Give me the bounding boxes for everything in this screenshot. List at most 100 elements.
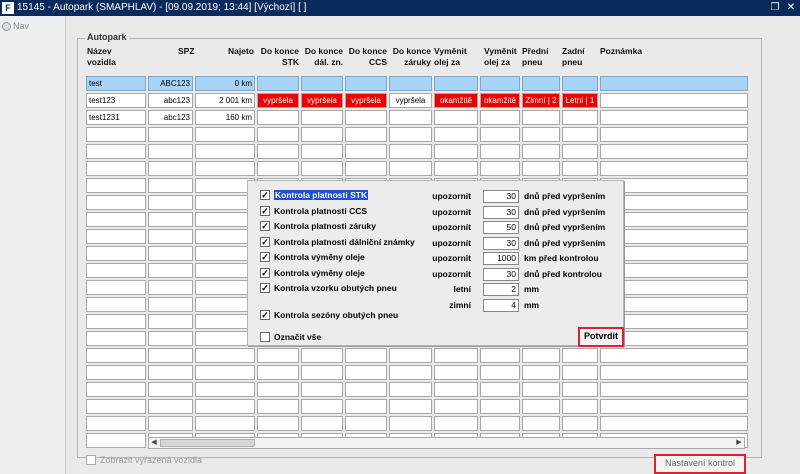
dialog-check-1[interactable]: ✓ Kontrola platnosti CCS [260, 205, 367, 216]
table-cell-dal[interactable] [301, 399, 343, 414]
nav-button[interactable]: Nav [2, 21, 29, 31]
table-cell-dal[interactable] [301, 161, 343, 176]
dialog-value-input[interactable]: 30 [483, 205, 519, 219]
table-cell-predni[interactable] [522, 110, 560, 125]
table-cell-dal[interactable] [301, 127, 343, 142]
table-cell-poznamka[interactable] [600, 348, 748, 363]
table-cell-stk[interactable]: vypršela [257, 93, 299, 108]
table-cell-name[interactable] [86, 195, 146, 210]
table-cell-poznamka[interactable] [600, 365, 748, 380]
table-cell-ccs[interactable] [345, 382, 387, 397]
table-cell-stk[interactable] [257, 416, 299, 431]
table-cell-zadni[interactable] [562, 127, 598, 142]
table-cell-predni[interactable] [522, 348, 560, 363]
table-cell-predni[interactable] [522, 76, 560, 91]
table-cell-zadni[interactable] [562, 348, 598, 363]
table-cell-name[interactable] [86, 144, 146, 159]
table-cell-ccs[interactable] [345, 365, 387, 380]
close-icon[interactable]: ✕ [785, 2, 797, 14]
table-cell-zadni[interactable] [562, 365, 598, 380]
table-cell-zaruka[interactable] [389, 76, 432, 91]
table-cell-dal[interactable] [301, 76, 343, 91]
table-cell-name[interactable] [86, 365, 146, 380]
table-cell-predni[interactable] [522, 399, 560, 414]
settings-button[interactable]: Nastavení kontrol [654, 454, 746, 474]
table-cell-km[interactable] [195, 229, 255, 244]
table-row[interactable]: test ABC123 0 km [86, 76, 750, 91]
dialog-check-3[interactable]: ✓ Kontrola platnosti dálniční známky [260, 236, 415, 247]
table-cell-spz[interactable]: ABC123 [148, 76, 193, 91]
table-cell-spz[interactable] [148, 297, 193, 312]
table-cell-km[interactable] [195, 331, 255, 346]
table-cell-name[interactable] [86, 178, 146, 193]
table-cell-km[interactable] [195, 297, 255, 312]
table-cell-ccs[interactable] [345, 161, 387, 176]
table-cell-kontrola[interactable] [480, 348, 520, 363]
table-cell-zadni[interactable] [562, 161, 598, 176]
table-cell-zadni[interactable] [562, 399, 598, 414]
table-cell-dal[interactable]: vypršela [301, 93, 343, 108]
table-cell-name[interactable] [86, 382, 146, 397]
table-cell-zaruka[interactable] [389, 127, 432, 142]
table-cell-km[interactable]: 0 km [195, 76, 255, 91]
table-cell-poznamka[interactable] [600, 76, 748, 91]
table-cell-km[interactable] [195, 280, 255, 295]
table-cell-predni[interactable] [522, 382, 560, 397]
table-cell-predni[interactable] [522, 416, 560, 431]
dialog-check-2[interactable]: ✓ Kontrola platnosti záruky [260, 221, 376, 231]
table-cell-stk[interactable] [257, 348, 299, 363]
dialog-value-input[interactable]: 30 [483, 236, 519, 250]
table-cell-km[interactable]: 160 km [195, 110, 255, 125]
table-cell-spz[interactable] [148, 144, 193, 159]
table-cell-zaruka[interactable]: vypršela [389, 93, 432, 108]
table-cell-spz[interactable] [148, 127, 193, 142]
table-cell-olej[interactable] [434, 399, 478, 414]
dialog-winter-input[interactable]: 4 [483, 298, 519, 312]
confirm-button[interactable]: Potvrdit [578, 327, 624, 347]
table-cell-name[interactable]: test123 [86, 93, 146, 108]
table-row[interactable] [86, 127, 750, 142]
table-cell-dal[interactable] [301, 416, 343, 431]
table-cell-spz[interactable] [148, 416, 193, 431]
table-cell-zadni[interactable] [562, 416, 598, 431]
table-cell-kontrola[interactable] [480, 144, 520, 159]
arrow-right-icon[interactable]: ▶ [734, 438, 744, 448]
table-cell-km[interactable] [195, 263, 255, 278]
table-cell-name[interactable] [86, 416, 146, 431]
table-cell-poznamka[interactable] [600, 93, 748, 108]
table-row[interactable] [86, 348, 750, 363]
table-cell-zaruka[interactable] [389, 161, 432, 176]
table-cell-ccs[interactable] [345, 399, 387, 414]
table-cell-spz[interactable] [148, 212, 193, 227]
table-cell-zaruka[interactable] [389, 382, 432, 397]
dialog-check-4[interactable]: ✓ Kontrola výměny oleje [260, 252, 365, 262]
table-cell-zaruka[interactable] [389, 399, 432, 414]
dialog-value-input[interactable]: 30 [483, 267, 519, 281]
table-cell-spz[interactable] [148, 314, 193, 329]
dialog-value-input[interactable]: 1000 [483, 252, 519, 265]
table-cell-name[interactable] [86, 348, 146, 363]
table-cell-kontrola[interactable] [480, 399, 520, 414]
table-cell-zaruka[interactable] [389, 416, 432, 431]
dialog-check-6[interactable]: ✓ Kontrola vzorku obutých pneu [260, 283, 397, 293]
scroll-thumb[interactable] [160, 439, 255, 447]
table-cell-dal[interactable] [301, 365, 343, 380]
select-all-check[interactable]: Označit vše [260, 332, 321, 342]
table-cell-dal[interactable] [301, 144, 343, 159]
table-cell-poznamka[interactable] [600, 416, 748, 431]
table-cell-zaruka[interactable] [389, 365, 432, 380]
table-cell-spz[interactable] [148, 195, 193, 210]
table-cell-ccs[interactable]: vypršela [345, 93, 387, 108]
table-cell-spz[interactable] [148, 382, 193, 397]
table-cell-spz[interactable]: abc123 [148, 110, 193, 125]
table-cell-ccs[interactable] [345, 348, 387, 363]
table-cell-stk[interactable] [257, 382, 299, 397]
season-check[interactable]: ✓ Kontrola sezóny obutých pneu [260, 310, 398, 320]
table-cell-zaruka[interactable] [389, 348, 432, 363]
table-cell-ccs[interactable] [345, 144, 387, 159]
table-cell-ccs[interactable] [345, 127, 387, 142]
dialog-value-input[interactable]: 30 [483, 190, 519, 203]
table-cell-name[interactable] [86, 246, 146, 261]
table-cell-stk[interactable] [257, 76, 299, 91]
table-cell-zadni[interactable] [562, 144, 598, 159]
